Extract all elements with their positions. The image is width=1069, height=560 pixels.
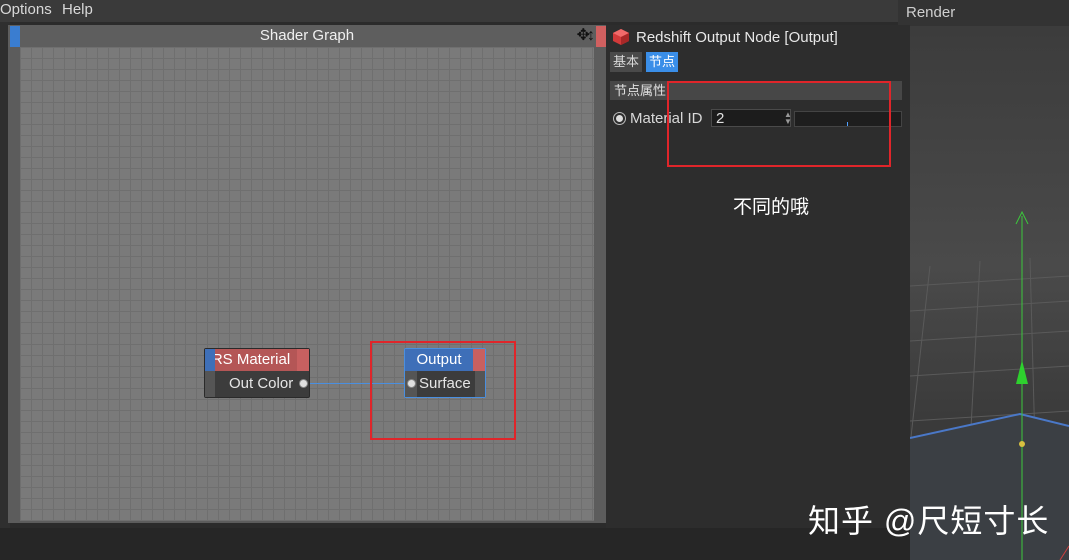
titlebar-left-cap	[10, 26, 20, 47]
3d-viewport[interactable]	[910, 26, 1069, 560]
highlight-output-node	[370, 341, 516, 440]
rs-material-node-title: RS Material	[205, 349, 297, 371]
highlight-material-id	[667, 81, 891, 167]
node-canvas[interactable]	[20, 47, 594, 521]
rs-material-node[interactable]: RS Material Out Color	[204, 348, 310, 398]
menu-options[interactable]: Options	[0, 1, 52, 18]
material-id-radio[interactable]	[613, 112, 626, 125]
viewport-render-label[interactable]: Render	[906, 4, 955, 21]
redshift-logo-icon	[613, 29, 629, 45]
bottom-bar	[0, 528, 910, 560]
properties-title: Redshift Output Node [Output]	[636, 29, 838, 46]
annotation-note: 不同的哦	[733, 197, 810, 218]
node-left-cap	[205, 349, 215, 371]
out-color-socket[interactable]	[299, 379, 308, 388]
titlebar-right-cap	[596, 26, 606, 47]
watermark-text: 知乎 @尺短寸长	[808, 503, 1050, 539]
tab-basic[interactable]: 基本	[610, 52, 643, 72]
node-body-left	[205, 371, 215, 397]
move-resize-icon[interactable]: ✥↕	[577, 25, 595, 47]
out-color-port[interactable]: Out Color	[229, 373, 293, 395]
menu-help[interactable]: Help	[62, 1, 93, 18]
viewport-header: Render	[898, 0, 1069, 26]
shader-graph-titlebar: Shader Graph ✥↕	[8, 25, 606, 47]
node-right-cap	[297, 349, 309, 371]
menu-bar: Options Help	[0, 0, 910, 22]
tab-node[interactable]: 节点	[646, 52, 679, 72]
shader-graph-window: Shader Graph ✥↕	[8, 25, 606, 523]
viewport-scene	[910, 210, 1069, 560]
rs-material-title-text: RS Material	[211, 351, 291, 368]
shader-graph-title: Shader Graph	[259, 27, 355, 44]
